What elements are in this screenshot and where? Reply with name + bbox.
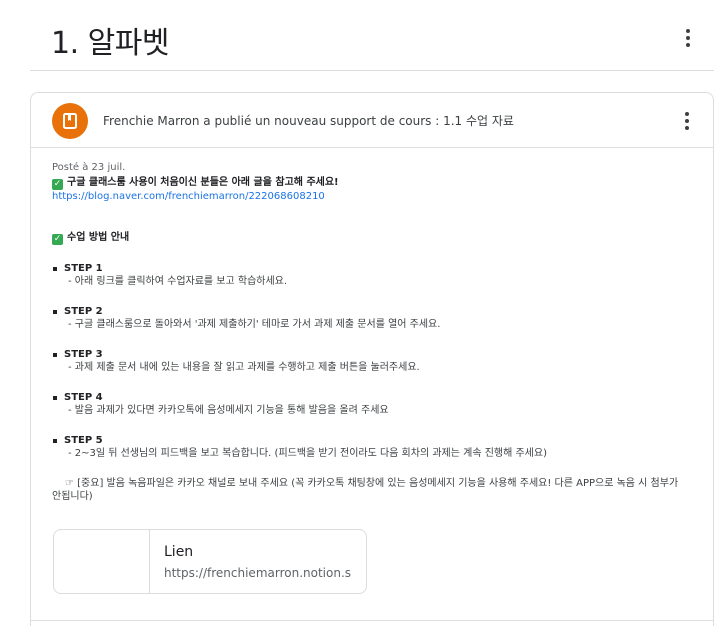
step-item: STEP 1 - 아래 링크를 클릭하여 수업자료를 보고 학습하세요. [52, 262, 692, 288]
step-desc: - 2~3일 뒤 선생님의 피드백을 보고 복습합니다. (피드백을 받기 전이… [68, 448, 547, 459]
intro-text: ✓ 구글 클래스룸 사용이 처음이신 분들은 아래 글을 참고해 주세요! [52, 177, 339, 190]
material-card: Frenchie Marron a publié un nouveau supp… [30, 92, 714, 626]
topic-title: 1. 알파벳 [51, 26, 169, 61]
link-url: https://frenchiemarron.notion.s [164, 566, 352, 580]
step-item: STEP 3 - 과제 제출 문서 내에 있는 내용을 잘 읽고 과제를 수행하… [52, 348, 692, 374]
intro-link[interactable]: https://blog.naver.com/frenchiemarron/22… [52, 190, 692, 203]
step-title: STEP 1 [64, 263, 103, 274]
step-title: STEP 2 [64, 306, 103, 317]
material-more-vert-icon[interactable] [675, 109, 699, 133]
step-desc: - 과제 제출 문서 내에 있는 내용을 잘 읽고 과제를 수행하고 제출 버튼… [68, 362, 420, 373]
topic-more-vert-icon[interactable] [676, 26, 700, 50]
bullet-icon [53, 267, 57, 271]
step-title: STEP 4 [64, 392, 103, 403]
topic-header: 1. 알파벳 [30, 0, 714, 71]
posted-date: Posté à 23 juil. [52, 162, 126, 173]
section-title: ✓ 수업 방법 안내 [52, 232, 130, 245]
material-card-header[interactable]: Frenchie Marron a publié un nouveau supp… [31, 93, 713, 148]
step-title: STEP 3 [64, 349, 103, 360]
link-attachment[interactable]: Lien https://frenchiemarron.notion.s [53, 529, 367, 594]
bullet-icon [53, 310, 57, 314]
step-desc: - 구글 클래스룸으로 돌아와서 '과제 제출하기' 테마로 가서 과제 제출 … [68, 319, 441, 330]
bullet-icon [53, 439, 57, 443]
link-title[interactable]: Lien [164, 544, 193, 560]
step-item: STEP 2 - 구글 클래스룸으로 돌아와서 '과제 제출하기' 테마로 가서… [52, 305, 692, 331]
checkbox-checked-icon: ✓ [52, 234, 63, 245]
step-item: STEP 4 - 발음 과제가 있다면 카카오톡에 음성메세지 기능을 통해 발… [52, 391, 692, 417]
bullet-icon [53, 353, 57, 357]
card-divider [31, 620, 713, 621]
step-item: STEP 5 - 2~3일 뒤 선생님의 피드백을 보고 복습합니다. (피드백… [52, 434, 692, 460]
link-thumbnail [54, 530, 150, 593]
step-desc: - 아래 링크를 클릭하여 수업자료를 보고 학습하세요. [68, 276, 288, 287]
material-headline[interactable]: Frenchie Marron a publié un nouveau supp… [103, 112, 514, 129]
important-note: ☞ [중요] 발음 녹음파일은 카카오 채널로 보내 주세요 (꼭 카카오톡 채… [52, 478, 679, 502]
checkbox-checked-icon: ✓ [52, 179, 63, 190]
bullet-icon [53, 396, 57, 400]
step-desc: - 발음 과제가 있다면 카카오톡에 음성메세지 기능을 통해 발음을 올려 주… [68, 405, 389, 416]
book-icon [52, 103, 88, 139]
step-title: STEP 5 [64, 435, 103, 446]
material-body: Posté à 23 juil. ✓ 구글 클래스룸 사용이 처음이신 분들은 아… [52, 162, 692, 503]
